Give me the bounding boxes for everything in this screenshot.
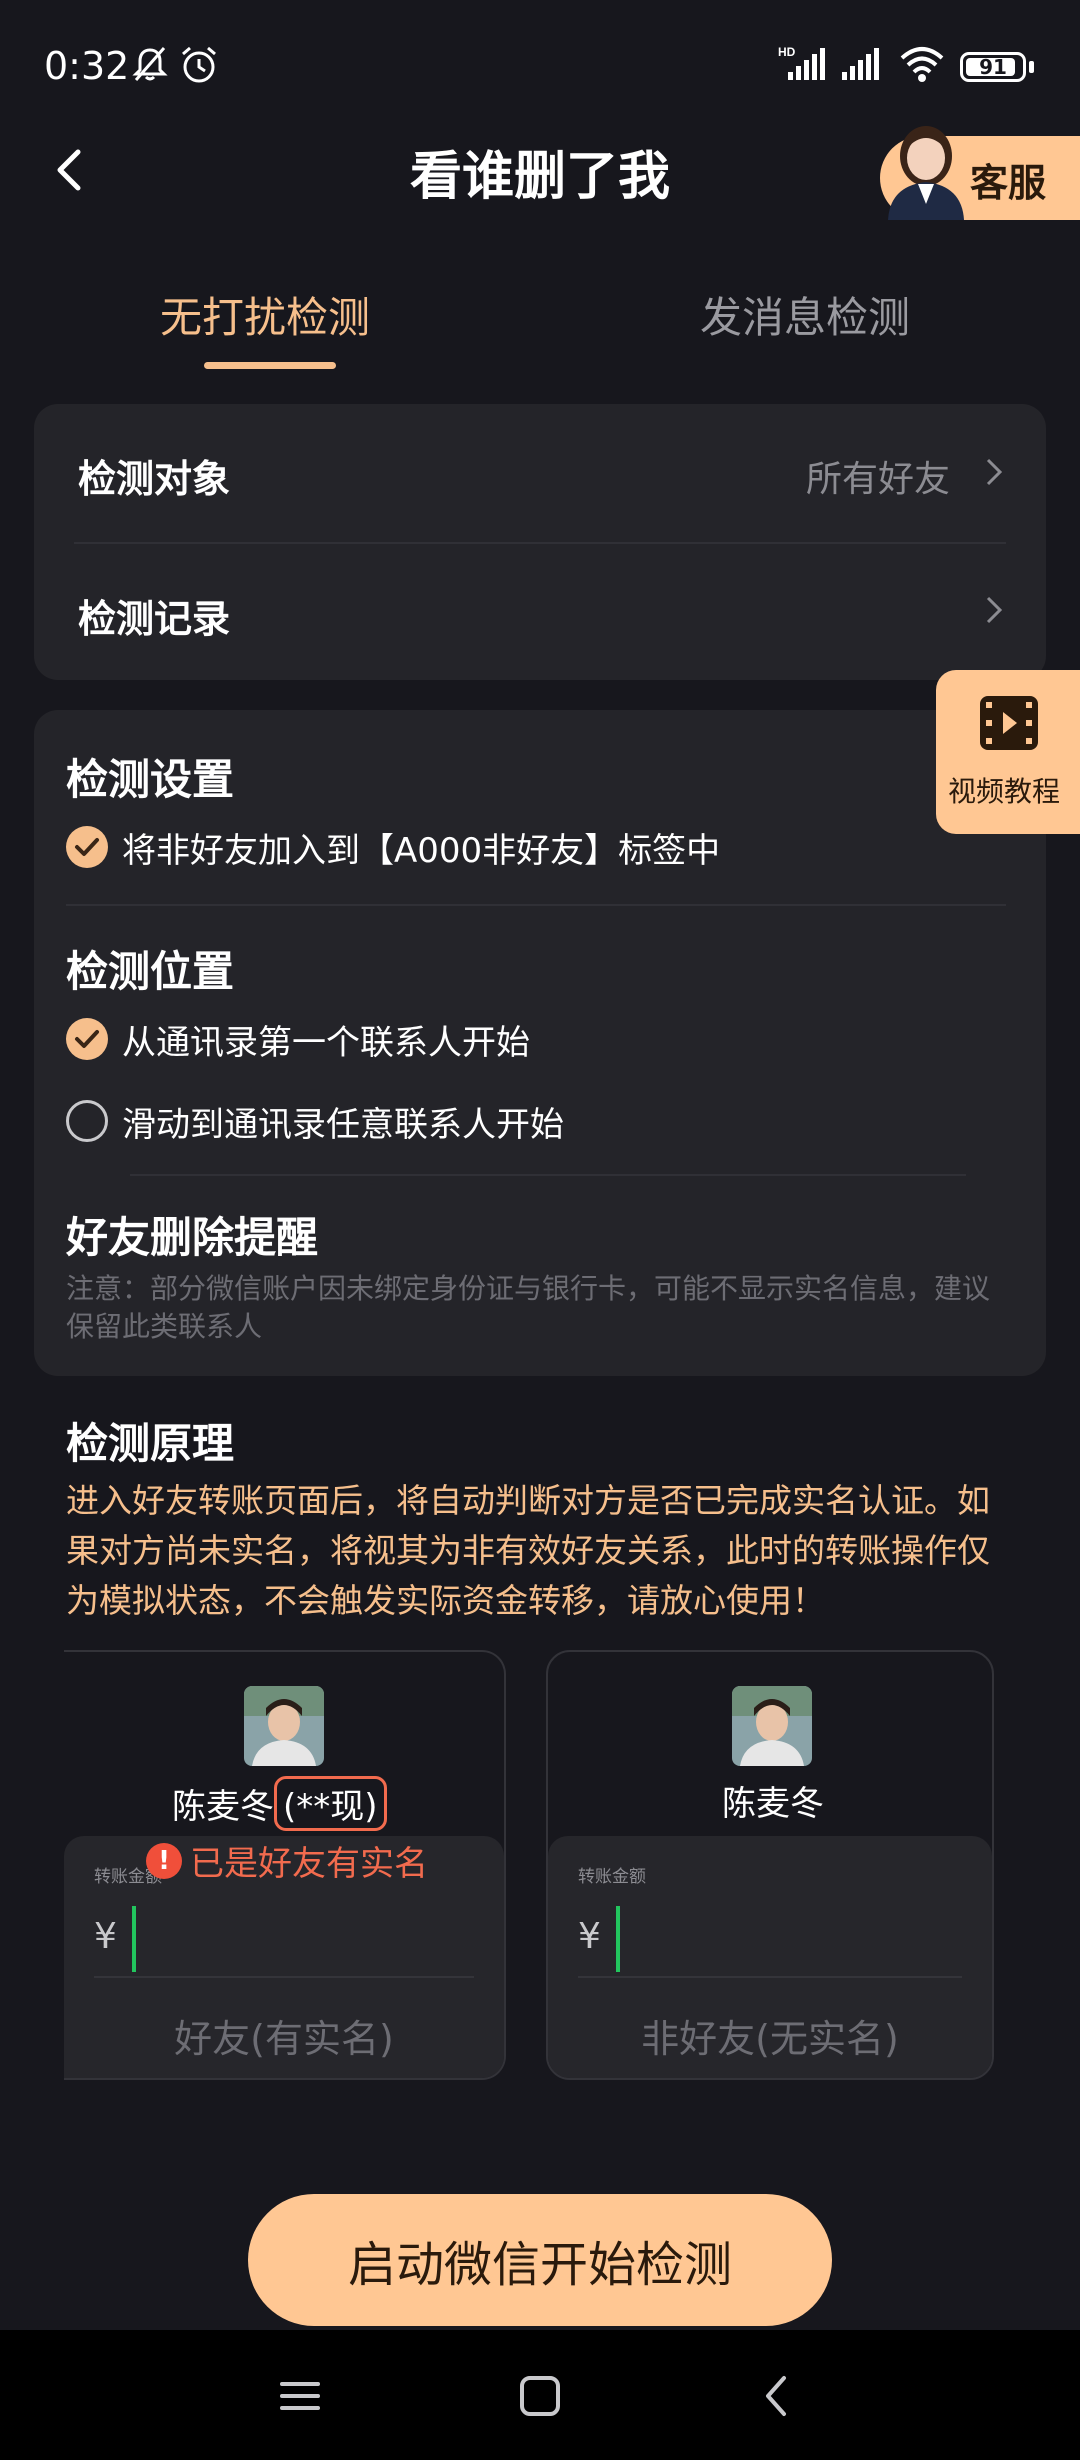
tab-active-indicator bbox=[204, 362, 336, 369]
warning-icon: ! bbox=[146, 1842, 182, 1879]
contact-avatar bbox=[732, 1686, 812, 1766]
alarm-icon bbox=[182, 46, 216, 83]
tab-message-detect[interactable]: 发消息检测 bbox=[700, 284, 910, 345]
input-cursor bbox=[132, 1906, 136, 1972]
principle-title: 检测原理 bbox=[66, 1419, 235, 1468]
divider bbox=[578, 1976, 962, 1978]
divider bbox=[74, 542, 1006, 544]
wifi-icon bbox=[900, 47, 944, 82]
divider bbox=[130, 1174, 966, 1176]
contact-name: 陈麦冬 bbox=[172, 1787, 274, 1827]
reminder-note: 注意：部分微信账户因未绑定身份证与银行卡，可能不显示实名信息，建议保留此类联系人 bbox=[66, 1272, 991, 1343]
chevron-right-icon[interactable] bbox=[982, 454, 1006, 490]
customer-service-avatar bbox=[888, 126, 964, 220]
transfer-amount-label: 转账金额 bbox=[578, 1867, 646, 1887]
video-tutorial-button[interactable]: 视频教程 bbox=[936, 670, 1080, 834]
page: 0:32 HD 91 看谁删了我 客服 无打扰检测 发消息检测 检测对象 所有好… bbox=[0, 0, 1080, 2460]
system-nav-bar bbox=[0, 2330, 1080, 2460]
demo-caption: 非好友(无实名) bbox=[641, 2017, 899, 2061]
nav-back-icon[interactable] bbox=[748, 2366, 808, 2426]
demo-caption: 好友(有实名) bbox=[174, 2017, 394, 2061]
radio-checked-icon[interactable] bbox=[66, 1018, 108, 1060]
menu-icon[interactable] bbox=[270, 2366, 330, 2426]
divider bbox=[94, 1976, 474, 1978]
warning-text: 已是好友有实名 bbox=[190, 1844, 428, 1884]
realname-highlight: (**现) bbox=[274, 1776, 387, 1831]
detection-settings-title: 检测设置 bbox=[66, 755, 235, 804]
contact-avatar bbox=[244, 1686, 324, 1766]
divider bbox=[66, 904, 1006, 906]
realname-warning: ! 已是好友有实名 bbox=[146, 1836, 428, 1885]
chevron-right-icon[interactable] bbox=[982, 592, 1006, 628]
signal-icon bbox=[842, 48, 879, 80]
input-cursor bbox=[616, 1906, 620, 1972]
currency-symbol: ¥ bbox=[94, 1916, 117, 1957]
battery-tip bbox=[1029, 61, 1034, 73]
checkbox-checked-icon[interactable] bbox=[66, 826, 108, 868]
settings-option-add-tag[interactable]: 将非好友加入到【A000非好友】标签中 bbox=[66, 824, 721, 871]
position-option-first-contact[interactable]: 从通讯录第一个联系人开始 bbox=[66, 1016, 530, 1063]
position-option-any-contact[interactable]: 滑动到通讯录任意联系人开始 bbox=[66, 1098, 564, 1145]
detection-record-label[interactable]: 检测记录 bbox=[78, 588, 230, 643]
signal-hd-icon: HD bbox=[778, 45, 825, 80]
detection-target-label[interactable]: 检测对象 bbox=[78, 448, 230, 503]
demo-card-non-friend: 陈麦冬 转账金额 ¥ 非好友(无实名) bbox=[546, 1650, 994, 2080]
position-option-label: 滑动到通讯录任意联系人开始 bbox=[122, 1104, 564, 1145]
principle-text: 进入好友转账页面后，将自动判断对方是否已完成实名认证。如果对方尚未实名，将视其为… bbox=[66, 1481, 990, 1620]
video-tutorial-label: 视频教程 bbox=[948, 775, 1061, 808]
delete-reminder-title: 好友删除提醒 bbox=[66, 1213, 319, 1262]
video-icon bbox=[980, 696, 1038, 750]
battery-level: 91 bbox=[979, 55, 1007, 79]
bell-off-icon bbox=[132, 47, 168, 81]
svg-text:HD: HD bbox=[778, 45, 796, 59]
detection-position-title: 检测位置 bbox=[66, 947, 235, 996]
battery-icon: 91 bbox=[960, 52, 1026, 82]
start-detection-button[interactable]: 启动微信开始检测 bbox=[248, 2194, 832, 2326]
page-title: 看谁删了我 bbox=[409, 147, 670, 207]
settings-option-label: 将非好友加入到【A000非好友】标签中 bbox=[122, 830, 721, 871]
tab-no-disturb[interactable]: 无打扰检测 bbox=[160, 284, 370, 345]
home-icon[interactable] bbox=[510, 2366, 570, 2426]
back-button[interactable] bbox=[40, 140, 100, 200]
radio-unchecked-icon[interactable] bbox=[66, 1100, 108, 1142]
contact-name: 陈麦冬 bbox=[722, 1784, 824, 1824]
position-option-label: 从通讯录第一个联系人开始 bbox=[122, 1022, 530, 1063]
status-time: 0:32 bbox=[44, 44, 130, 88]
contact-name-row: 陈麦冬 (**现) bbox=[172, 1776, 387, 1831]
detection-target-value[interactable]: 所有好友 bbox=[806, 450, 950, 502]
customer-service-label[interactable]: 客服 bbox=[970, 152, 1046, 207]
transfer-panel: 转账金额 ¥ 非好友(无实名) bbox=[548, 1836, 992, 2078]
currency-symbol: ¥ bbox=[578, 1916, 601, 1957]
status-bar: 0:32 HD 91 bbox=[0, 0, 1080, 130]
